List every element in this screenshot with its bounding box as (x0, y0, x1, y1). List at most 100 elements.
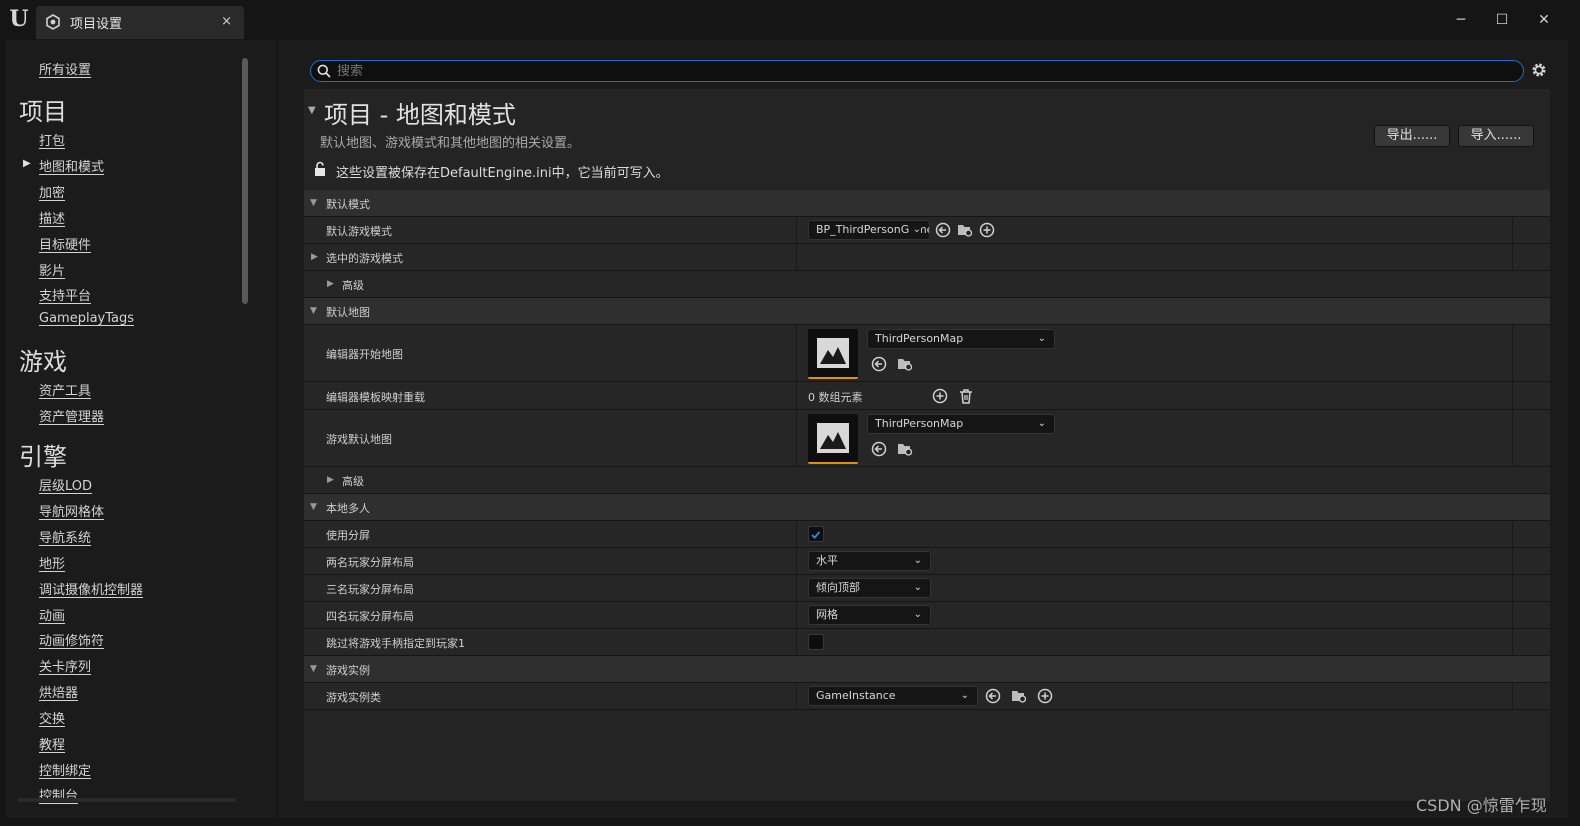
sidebar-item-nav-system[interactable]: 导航系统 (39, 527, 91, 546)
property-label: 高级 (342, 279, 364, 292)
sidebar-item-level-sequence[interactable]: 关卡序列 (39, 656, 91, 675)
add-icon[interactable] (979, 222, 995, 238)
chevron-down-icon: ⌄ (1037, 418, 1046, 429)
tab-close-icon[interactable]: × (221, 14, 232, 29)
tab-project-settings[interactable]: 项目设置 × (36, 6, 244, 39)
sidebar-item-asset-tools[interactable]: 资产工具 (39, 380, 91, 399)
three-player-layout-combo[interactable]: 倾向顶部 ⌄ (808, 578, 931, 598)
row-skip-gamepad: 跳过将游戏手柄指定到玩家1 (304, 629, 1550, 656)
chevron-down-icon: ⌄ (1037, 333, 1046, 344)
row-three-player-layout: 三名玩家分屏布局 倾向顶部 ⌄ (304, 575, 1550, 602)
property-label: 三名玩家分屏布局 (326, 583, 414, 596)
maximize-button[interactable]: ☐ (1491, 10, 1513, 30)
sidebar-item-interchange[interactable]: 交换 (39, 708, 65, 727)
sidebar-item-cooker[interactable]: 烘焙器 (39, 682, 78, 701)
search-box[interactable] (310, 60, 1524, 82)
sidebar-item-encryption[interactable]: 加密 (39, 182, 65, 201)
search-input[interactable] (337, 62, 1487, 80)
watermark: CSDN @惊雷乍现 (1416, 796, 1547, 815)
category-default-maps[interactable]: ▼ 默认地图 (304, 298, 1550, 325)
browse-folder-icon[interactable] (897, 356, 913, 372)
sidebar-item-tutorials[interactable]: 教程 (39, 734, 65, 753)
category-label: 默认模式 (326, 198, 370, 211)
property-label: 跳过将游戏手柄指定到玩家1 (326, 637, 465, 650)
category-default-modes[interactable]: ▼ 默认模式 (304, 190, 1550, 217)
add-icon[interactable] (1037, 688, 1053, 704)
close-window-button[interactable]: ✕ (1533, 10, 1555, 30)
gear-icon[interactable] (1530, 61, 1548, 79)
sidebar-item-packaging[interactable]: 打包 (39, 130, 65, 149)
editor-startup-map-combo[interactable]: ThirdPersonMap ⌄ (867, 329, 1055, 349)
sidebar-item-landscape[interactable]: 地形 (39, 553, 65, 572)
browse-folder-icon[interactable] (1011, 688, 1027, 704)
property-label: 选中的游戏模式 (326, 252, 403, 265)
sidebar-item-gameplaytags[interactable]: GameplayTags (39, 311, 134, 326)
row-default-modes-advanced[interactable]: ▶ 高级 (304, 271, 1550, 298)
sidebar-item-anim-modifiers[interactable]: 动画修饰符 (39, 630, 104, 649)
sidebar-item-target-hardware[interactable]: 目标硬件 (39, 234, 91, 253)
import-button[interactable]: 导入...... (1458, 125, 1534, 147)
sidebar-item-navmesh[interactable]: 导航网格体 (39, 501, 104, 520)
minimize-button[interactable]: ─ (1450, 10, 1472, 30)
sidebar-item-movies[interactable]: 影片 (39, 260, 65, 279)
page-description: 默认地图、游戏模式和其他地图的相关设置。 (320, 136, 581, 151)
map-thumbnail[interactable] (808, 414, 858, 464)
four-player-layout-combo[interactable]: 网格 ⌄ (808, 605, 931, 625)
row-selected-game-mode[interactable]: ▶ 选中的游戏模式 (304, 244, 1550, 271)
game-default-map-combo[interactable]: ThirdPersonMap ⌄ (867, 414, 1055, 434)
use-selected-asset-icon[interactable] (871, 356, 887, 372)
two-player-layout-combo[interactable]: 水平 ⌄ (808, 551, 931, 571)
sidebar-item-asset-manager[interactable]: 资产管理器 (39, 406, 104, 425)
combo-value: 网格 (816, 608, 838, 621)
sidebar-item-description[interactable]: 描述 (39, 208, 65, 227)
sidebar-item-supported-platforms[interactable]: 支持平台 (39, 285, 91, 304)
sidebar-item-animation[interactable]: 动画 (39, 605, 65, 624)
combo-value: GameInstance (816, 689, 896, 702)
default-game-mode-combo[interactable]: BP_ThirdPersonGameMode ⌄ (808, 220, 930, 240)
use-selected-asset-icon[interactable] (985, 688, 1001, 704)
array-element-count: 0 数组元素 (808, 391, 863, 404)
sidebar-scrollbar[interactable] (242, 58, 248, 304)
property-label: 使用分屏 (326, 529, 370, 542)
unlock-icon (315, 161, 325, 176)
row-game-instance-class: 游戏实例类 GameInstance ⌄ (304, 683, 1550, 710)
search-icon (317, 64, 331, 78)
add-element-icon[interactable] (932, 388, 948, 404)
export-button[interactable]: 导出...... (1374, 125, 1450, 147)
category-label: 游戏实例 (326, 664, 370, 677)
skip-gamepad-checkbox[interactable] (808, 634, 824, 650)
collapse-caret-icon[interactable]: ▼ (308, 105, 316, 116)
chevron-down-icon: ⌄ (909, 221, 921, 239)
use-selected-asset-icon[interactable] (871, 441, 887, 457)
browse-folder-icon[interactable] (897, 441, 913, 457)
expand-caret-icon: ▶ (311, 252, 318, 262)
category-game-instance[interactable]: ▼ 游戏实例 (304, 656, 1550, 683)
map-thumbnail[interactable] (808, 329, 858, 379)
unreal-logo-icon[interactable]: U (6, 6, 32, 32)
sidebar-item-hlod[interactable]: 层级LOD (39, 475, 92, 494)
combo-value: ThirdPersonMap (875, 332, 964, 345)
row-four-player-layout: 四名玩家分屏布局 网格 ⌄ (304, 602, 1550, 629)
property-label: 默认游戏模式 (326, 225, 392, 238)
sidebar-item-all-settings[interactable]: 所有设置 (39, 59, 91, 78)
expand-caret-icon: ▼ (310, 198, 317, 208)
use-splitscreen-checkbox[interactable] (808, 526, 824, 542)
sidebar-item-maps-and-modes[interactable]: 地图和模式 (39, 156, 104, 175)
sidebar-item-control-rig[interactable]: 控制绑定 (39, 760, 91, 779)
row-game-default-map: 游戏默认地图 ThirdPersonMap ⌄ (304, 410, 1550, 467)
property-label: 两名玩家分屏布局 (326, 556, 414, 569)
game-instance-class-combo[interactable]: GameInstance ⌄ (808, 686, 978, 706)
settings-icon (46, 13, 60, 30)
sidebar-horizontal-scrollbar[interactable] (18, 798, 236, 802)
category-local-multiplayer[interactable]: ▼ 本地多人 (304, 494, 1550, 521)
combo-value: 水平 (816, 554, 838, 567)
trash-icon[interactable] (958, 388, 974, 404)
property-label: 游戏实例类 (326, 691, 381, 704)
chevron-down-icon: ⌄ (913, 555, 922, 566)
row-default-maps-advanced[interactable]: ▶ 高级 (304, 467, 1550, 494)
browse-folder-icon[interactable] (957, 222, 973, 238)
chevron-down-icon: ⌄ (960, 690, 969, 701)
selected-arrow-icon: ▶ (23, 158, 31, 169)
use-selected-asset-icon[interactable] (935, 222, 951, 238)
sidebar-item-debug-camera[interactable]: 调试摄像机控制器 (39, 579, 143, 598)
